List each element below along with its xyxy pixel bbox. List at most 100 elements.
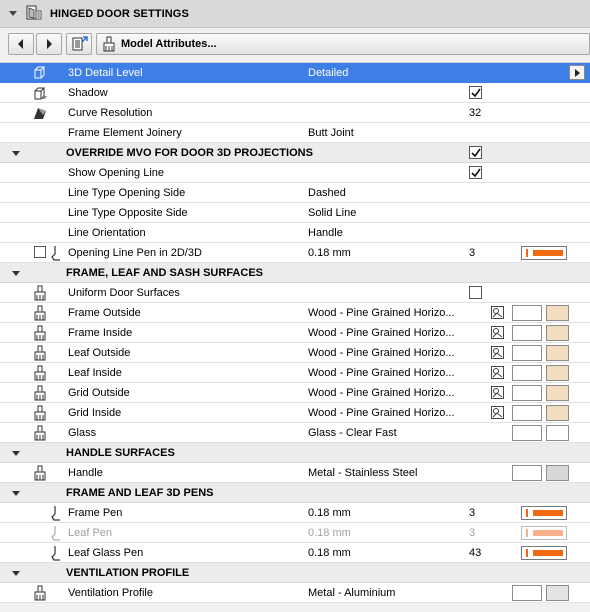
pen-color-swatch[interactable] — [521, 246, 567, 260]
row-uniform-door-surfaces[interactable]: Uniform Door Surfaces — [0, 283, 590, 303]
override-mvo-checkbox[interactable] — [469, 146, 482, 159]
texture-icon[interactable] — [491, 366, 504, 379]
value[interactable]: Handle — [308, 227, 343, 239]
value[interactable]: Wood - Pine Grained Horizo... — [308, 367, 455, 379]
value: Detailed — [308, 67, 349, 79]
texture-icon[interactable] — [491, 306, 504, 319]
expand-arrow-button[interactable] — [569, 65, 585, 80]
row-show-opening-line[interactable]: Show Opening Line — [0, 163, 590, 183]
value[interactable]: Solid Line — [308, 207, 356, 219]
section-handle-surfaces[interactable]: HANDLE SURFACES — [0, 443, 590, 463]
label: Leaf Outside — [68, 347, 131, 359]
value[interactable]: Wood - Pine Grained Horizo... — [308, 347, 455, 359]
row-glass[interactable]: Glass Glass - Clear Fast — [0, 423, 590, 443]
value[interactable]: Butt Joint — [308, 127, 354, 139]
row-frame-element-joinery[interactable]: Frame Element Joinery Butt Joint — [0, 123, 590, 143]
paintbrush-icon — [34, 465, 46, 481]
value: 0.18 mm — [308, 547, 351, 559]
arrow-left-icon — [18, 39, 23, 49]
pen-number[interactable]: 3 — [469, 247, 475, 259]
surface-swatch[interactable] — [512, 345, 570, 361]
label: Glass — [68, 427, 97, 439]
section-override-mvo[interactable]: OVERRIDE MVO FOR DOOR 3D PROJECTIONS — [0, 143, 590, 163]
row-opening-line-pen[interactable]: Opening Line Pen in 2D/3D 0.18 mm 3 — [0, 243, 590, 263]
label: Show Opening Line — [68, 167, 165, 179]
row-leaf-inside[interactable]: Leaf Inside Wood - Pine Grained Horizo..… — [0, 363, 590, 383]
model-attributes-button[interactable]: Model Attributes... — [96, 33, 590, 55]
row-frame-outside[interactable]: Frame Outside Wood - Pine Grained Horizo… — [0, 303, 590, 323]
panel-title: HINGED DOOR SETTINGS — [50, 8, 189, 20]
row-grid-inside[interactable]: Grid Inside Wood - Pine Grained Horizo..… — [0, 403, 590, 423]
checkmark-icon — [471, 168, 481, 178]
row-curve-resolution[interactable]: Curve Resolution 32 — [0, 103, 590, 123]
value[interactable]: Metal - Stainless Steel — [308, 467, 417, 479]
surface-swatch[interactable] — [512, 465, 570, 481]
pen-color-swatch[interactable] — [521, 506, 567, 520]
previous-button[interactable] — [8, 33, 34, 55]
section-frame-leaf-sash-surfaces[interactable]: FRAME, LEAF AND SASH SURFACES — [0, 263, 590, 283]
row-handle[interactable]: Handle Metal - Stainless Steel — [0, 463, 590, 483]
surface-swatch[interactable] — [512, 325, 570, 341]
pen-color-swatch — [521, 526, 567, 540]
label: Curve Resolution — [68, 107, 153, 119]
collapse-triangle-icon[interactable] — [12, 491, 20, 496]
value[interactable]: Wood - Pine Grained Horizo... — [308, 307, 455, 319]
surface-swatch[interactable] — [512, 365, 570, 381]
texture-icon[interactable] — [491, 346, 504, 359]
surface-swatch[interactable] — [512, 385, 570, 401]
uniform-surfaces-checkbox[interactable] — [469, 286, 482, 299]
pen-color-swatch[interactable] — [521, 546, 567, 560]
shadow-checkbox[interactable] — [469, 86, 482, 99]
value[interactable]: 32 — [469, 107, 481, 119]
label: Line Type Opposite Side — [68, 207, 188, 219]
texture-icon[interactable] — [491, 326, 504, 339]
value[interactable]: Wood - Pine Grained Horizo... — [308, 327, 455, 339]
link-checkbox[interactable] — [34, 246, 46, 258]
row-line-type-opening-side[interactable]: Line Type Opening Side Dashed — [0, 183, 590, 203]
collapse-triangle-icon[interactable] — [12, 571, 20, 576]
collapse-triangle-icon[interactable] — [12, 271, 20, 276]
checkmark-icon — [471, 148, 481, 158]
value[interactable]: Wood - Pine Grained Horizo... — [308, 387, 455, 399]
row-3d-detail-level[interactable]: 3D Detail Level Detailed — [0, 63, 590, 83]
value[interactable]: Metal - Aluminium — [308, 587, 395, 599]
texture-icon[interactable] — [491, 386, 504, 399]
paintbrush-icon — [34, 285, 46, 301]
collapse-triangle-icon[interactable] — [12, 451, 20, 456]
row-line-type-opposite-side[interactable]: Line Type Opposite Side Solid Line — [0, 203, 590, 223]
row-leaf-glass-pen[interactable]: Leaf Glass Pen 0.18 mm 43 — [0, 543, 590, 563]
curve-resolution-icon — [34, 108, 46, 119]
row-grid-outside[interactable]: Grid Outside Wood - Pine Grained Horizo.… — [0, 383, 590, 403]
row-ventilation-profile[interactable]: Ventilation Profile Metal - Aluminium — [0, 583, 590, 603]
next-button[interactable] — [36, 33, 62, 55]
cube-icon — [34, 66, 46, 79]
pen-number[interactable]: 43 — [469, 547, 481, 559]
texture-icon[interactable] — [491, 406, 504, 419]
surface-swatch[interactable] — [512, 585, 570, 601]
row-leaf-outside[interactable]: Leaf Outside Wood - Pine Grained Horizo.… — [0, 343, 590, 363]
toolbar: Model Attributes... — [0, 28, 590, 60]
label: Uniform Door Surfaces — [68, 287, 180, 299]
collapse-triangle-icon[interactable] — [12, 151, 20, 156]
collapse-triangle-icon[interactable] — [9, 11, 17, 16]
value[interactable]: Wood - Pine Grained Horizo... — [308, 407, 455, 419]
surface-swatch[interactable] — [512, 425, 570, 441]
surface-swatch[interactable] — [512, 405, 570, 421]
pen-icon — [51, 526, 60, 541]
value[interactable]: Glass - Clear Fast — [308, 427, 397, 439]
section-ventilation-profile[interactable]: VENTILATION PROFILE — [0, 563, 590, 583]
value[interactable]: Dashed — [308, 187, 346, 199]
row-shadow[interactable]: Shadow — [0, 83, 590, 103]
section-frame-leaf-3d-pens[interactable]: FRAME AND LEAF 3D PENS — [0, 483, 590, 503]
surface-swatch[interactable] — [512, 305, 570, 321]
row-frame-inside[interactable]: Frame Inside Wood - Pine Grained Horizo.… — [0, 323, 590, 343]
pen-number[interactable]: 3 — [469, 507, 475, 519]
transfer-settings-button[interactable] — [66, 33, 92, 55]
row-line-orientation[interactable]: Line Orientation Handle — [0, 223, 590, 243]
panel-header[interactable]: HINGED DOOR SETTINGS — [0, 0, 590, 28]
row-frame-pen[interactable]: Frame Pen 0.18 mm 3 — [0, 503, 590, 523]
paintbrush-icon — [103, 36, 115, 52]
paintbrush-icon — [34, 345, 46, 361]
show-opening-line-checkbox[interactable] — [469, 166, 482, 179]
label: Frame Outside — [68, 307, 141, 319]
